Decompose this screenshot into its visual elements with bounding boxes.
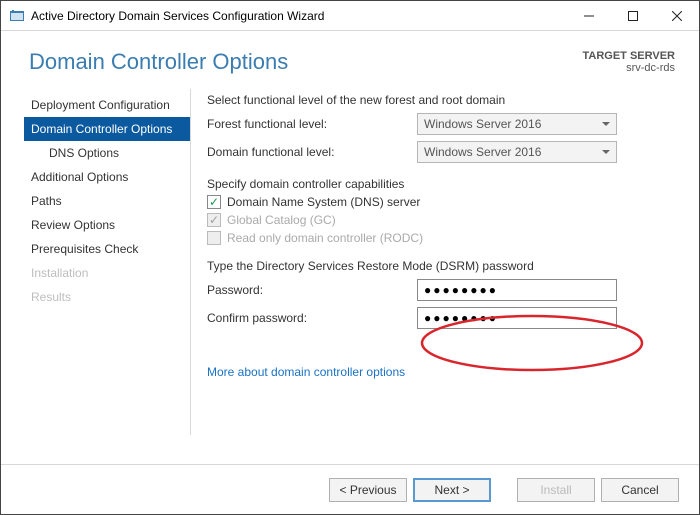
nav-prerequisites-check[interactable]: Prerequisites Check xyxy=(27,237,190,261)
dsrm-heading: Type the Directory Services Restore Mode… xyxy=(207,259,675,273)
content: Deployment Configuration Domain Controll… xyxy=(1,75,699,435)
nav-dns-options[interactable]: DNS Options xyxy=(27,141,190,165)
next-button[interactable]: Next > xyxy=(413,478,491,502)
rodc-checkbox-row: Read only domain controller (RODC) xyxy=(207,231,675,245)
install-button: Install xyxy=(517,478,595,502)
nav-review-options[interactable]: Review Options xyxy=(27,213,190,237)
rodc-checkbox-label: Read only domain controller (RODC) xyxy=(227,231,423,245)
checkmark-icon: ✓ xyxy=(209,196,219,208)
minimize-button[interactable] xyxy=(567,1,611,30)
more-info-link[interactable]: More about domain controller options xyxy=(207,343,675,379)
dns-checkbox[interactable]: ✓ xyxy=(207,195,221,209)
nav-installation: Installation xyxy=(27,261,190,285)
domain-level-label: Domain functional level: xyxy=(207,145,417,159)
app-icon xyxy=(9,8,25,24)
functional-level-heading: Select functional level of the new fores… xyxy=(207,93,675,107)
gc-checkbox-row: ✓ Global Catalog (GC) xyxy=(207,213,675,227)
dns-checkbox-label: Domain Name System (DNS) server xyxy=(227,195,420,209)
forest-level-label: Forest functional level: xyxy=(207,117,417,131)
titlebar: Active Directory Domain Services Configu… xyxy=(1,1,699,31)
gc-checkbox-label: Global Catalog (GC) xyxy=(227,213,336,227)
window-title: Active Directory Domain Services Configu… xyxy=(31,9,324,23)
forest-level-dropdown[interactable]: Windows Server 2016 xyxy=(417,113,617,135)
nav-additional-options[interactable]: Additional Options xyxy=(27,165,190,189)
password-label: Password: xyxy=(207,283,417,297)
cancel-button[interactable]: Cancel xyxy=(601,478,679,502)
wizard-nav: Deployment Configuration Domain Controll… xyxy=(27,89,191,435)
nav-results: Results xyxy=(27,285,190,309)
target-server-block: TARGET SERVER srv-dc-rds xyxy=(583,50,676,74)
nav-paths[interactable]: Paths xyxy=(27,189,190,213)
page-title: Domain Controller Options xyxy=(29,49,288,75)
close-button[interactable] xyxy=(655,1,699,30)
maximize-button[interactable] xyxy=(611,1,655,30)
main-panel: Select functional level of the new fores… xyxy=(191,89,675,435)
capabilities-heading: Specify domain controller capabilities xyxy=(207,177,675,191)
target-server-label: TARGET SERVER xyxy=(583,50,676,62)
rodc-checkbox xyxy=(207,231,221,245)
confirm-password-input[interactable] xyxy=(417,307,617,329)
target-server-value: srv-dc-rds xyxy=(583,62,676,74)
nav-deployment-configuration[interactable]: Deployment Configuration xyxy=(27,93,190,117)
footer: < Previous Next > Install Cancel xyxy=(1,464,699,514)
checkmark-icon: ✓ xyxy=(209,214,219,226)
header: Domain Controller Options TARGET SERVER … xyxy=(1,31,699,75)
domain-level-dropdown[interactable]: Windows Server 2016 xyxy=(417,141,617,163)
window-buttons xyxy=(567,1,699,30)
password-input[interactable] xyxy=(417,279,617,301)
gc-checkbox: ✓ xyxy=(207,213,221,227)
dns-checkbox-row[interactable]: ✓ Domain Name System (DNS) server xyxy=(207,195,675,209)
previous-button[interactable]: < Previous xyxy=(329,478,407,502)
confirm-password-label: Confirm password: xyxy=(207,311,417,325)
nav-domain-controller-options[interactable]: Domain Controller Options xyxy=(24,117,190,141)
